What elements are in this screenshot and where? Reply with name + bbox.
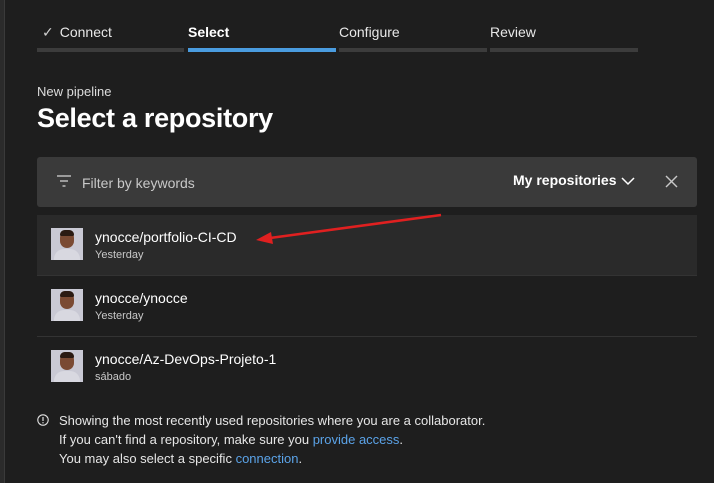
left-edge-divider <box>0 0 5 483</box>
close-icon[interactable] <box>665 175 678 188</box>
step-connect-label: Connect <box>59 24 112 40</box>
connection-link[interactable]: connection <box>236 451 299 466</box>
step-review-label: Review <box>490 24 536 40</box>
step-configure-label: Configure <box>339 24 400 40</box>
repository-scope-dropdown[interactable]: My repositories <box>513 172 616 188</box>
page-subtitle: New pipeline <box>37 84 112 99</box>
filter-bar: My repositories <box>37 157 697 207</box>
info-line-3: You may also select a specific connectio… <box>59 451 303 466</box>
wizard-steps: ✓ Connect Select Configure Review <box>37 0 677 60</box>
step-select-label: Select <box>188 24 230 40</box>
repository-updated: Yesterday <box>95 310 144 322</box>
repository-name: ynocce/ynocce <box>95 290 188 306</box>
filter-icon <box>57 175 71 187</box>
avatar <box>51 350 83 382</box>
step-configure-bar <box>339 48 487 52</box>
provide-access-link[interactable]: provide access <box>313 432 400 447</box>
repository-updated: Yesterday <box>95 249 144 261</box>
repository-item[interactable]: ynocce/Az-DevOps-Projeto-1 sábado <box>37 337 697 397</box>
info-line-2: If you can't find a repository, make sur… <box>59 432 404 447</box>
step-connect-bar <box>37 48 184 52</box>
repository-name: ynocce/portfolio-CI-CD <box>95 229 237 245</box>
check-icon: ✓ <box>42 24 54 40</box>
repository-name: ynocce/Az-DevOps-Projeto-1 <box>95 351 277 367</box>
info-text: Showing the most recently used repositor… <box>59 411 485 468</box>
step-select-bar <box>188 48 336 52</box>
filter-keywords-input[interactable] <box>80 172 384 194</box>
repository-item[interactable]: ynocce/ynocce Yesterday <box>37 276 697 337</box>
info-line-1: Showing the most recently used repositor… <box>59 413 486 428</box>
step-review-bar <box>490 48 638 52</box>
repository-item[interactable]: ynocce/portfolio-CI-CD Yesterday <box>37 215 697 276</box>
info-icon <box>37 414 49 426</box>
repository-updated: sábado <box>95 371 132 383</box>
avatar <box>51 289 83 321</box>
page-title: Select a repository <box>37 103 273 133</box>
repository-list: ynocce/portfolio-CI-CD Yesterday ynocce/… <box>37 215 697 397</box>
chevron-down-icon[interactable] <box>621 176 635 186</box>
avatar <box>51 228 83 260</box>
